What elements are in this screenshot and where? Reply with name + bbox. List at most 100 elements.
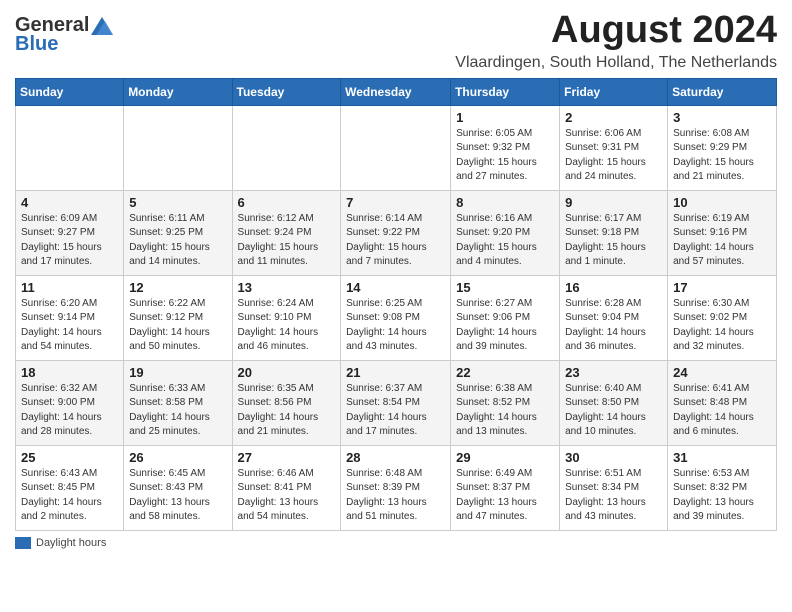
- weekday-header-tuesday: Tuesday: [232, 78, 341, 105]
- day-number: 22: [456, 365, 554, 380]
- legend-label: Daylight hours: [36, 537, 106, 549]
- weekday-header-monday: Monday: [124, 78, 232, 105]
- calendar-cell: 30 Sunrise: 6:51 AM Sunset: 8:34 PM Dayli…: [560, 445, 668, 530]
- title-block: August 2024 Vlaardingen, South Holland, …: [455, 10, 777, 72]
- calendar-table: SundayMondayTuesdayWednesdayThursdayFrid…: [15, 78, 777, 531]
- calendar-cell: [341, 105, 451, 190]
- calendar-cell: 9 Sunrise: 6:17 AM Sunset: 9:18 PM Daylig…: [560, 190, 668, 275]
- day-number: 9: [565, 195, 662, 210]
- day-info: Sunrise: 6:16 AM Sunset: 9:20 PM Dayligh…: [456, 212, 554, 270]
- day-info: Sunrise: 6:30 AM Sunset: 9:02 PM Dayligh…: [673, 297, 771, 355]
- calendar-cell: 25 Sunrise: 6:43 AM Sunset: 8:45 PM Dayli…: [16, 445, 124, 530]
- day-number: 18: [21, 365, 118, 380]
- day-number: 2: [565, 110, 662, 125]
- day-number: 25: [21, 450, 118, 465]
- day-number: 29: [456, 450, 554, 465]
- day-info: Sunrise: 6:40 AM Sunset: 8:50 PM Dayligh…: [565, 382, 662, 440]
- calendar-week-row: 4 Sunrise: 6:09 AM Sunset: 9:27 PM Daylig…: [16, 190, 777, 275]
- calendar-cell: 7Sunrise: 6:14 AM Sunset: 9:22 PM Daylig…: [341, 190, 451, 275]
- day-info: Sunrise: 6:17 AM Sunset: 9:18 PM Dayligh…: [565, 212, 662, 270]
- logo-icon: [91, 17, 113, 35]
- location-subtitle: Vlaardingen, South Holland, The Netherla…: [455, 54, 777, 72]
- day-number: 13: [238, 280, 336, 295]
- calendar-cell: 14Sunrise: 6:25 AM Sunset: 9:08 PM Dayli…: [341, 275, 451, 360]
- weekday-header-saturday: Saturday: [668, 78, 777, 105]
- day-info: Sunrise: 6:53 AM Sunset: 8:32 PM Dayligh…: [673, 467, 771, 525]
- day-number: 16: [565, 280, 662, 295]
- weekday-header-thursday: Thursday: [451, 78, 560, 105]
- day-info: Sunrise: 6:33 AM Sunset: 8:58 PM Dayligh…: [129, 382, 226, 440]
- calendar-cell: 2 Sunrise: 6:06 AM Sunset: 9:31 PM Daylig…: [560, 105, 668, 190]
- day-info: Sunrise: 6:27 AM Sunset: 9:06 PM Dayligh…: [456, 297, 554, 355]
- calendar-cell: 31 Sunrise: 6:53 AM Sunset: 8:32 PM Dayli…: [668, 445, 777, 530]
- day-number: 21: [346, 365, 445, 380]
- day-number: 28: [346, 450, 445, 465]
- day-info: Sunrise: 6:51 AM Sunset: 8:34 PM Dayligh…: [565, 467, 662, 525]
- day-info: Sunrise: 6:09 AM Sunset: 9:27 PM Dayligh…: [21, 212, 118, 270]
- day-number: 19: [129, 365, 226, 380]
- calendar-cell: 28 Sunrise: 6:48 AM Sunset: 8:39 PM Dayli…: [341, 445, 451, 530]
- day-number: 15: [456, 280, 554, 295]
- day-number: 23: [565, 365, 662, 380]
- day-info: Sunrise: 6:37 AM Sunset: 8:54 PM Dayligh…: [346, 382, 445, 440]
- calendar-cell: 19 Sunrise: 6:33 AM Sunset: 8:58 PM Dayli…: [124, 360, 232, 445]
- day-info: Sunrise: 6:11 AM Sunset: 9:25 PM Dayligh…: [129, 212, 226, 270]
- calendar-cell: 11 Sunrise: 6:20 AM Sunset: 9:14 PM Dayli…: [16, 275, 124, 360]
- calendar-cell: 4 Sunrise: 6:09 AM Sunset: 9:27 PM Daylig…: [16, 190, 124, 275]
- logo: General Blue: [15, 14, 113, 56]
- day-number: 27: [238, 450, 336, 465]
- day-number: 12: [129, 280, 226, 295]
- day-number: 30: [565, 450, 662, 465]
- day-number: 11: [21, 280, 118, 295]
- day-number: 6: [238, 195, 336, 210]
- calendar-cell: 24 Sunrise: 6:41 AM Sunset: 8:48 PM Dayli…: [668, 360, 777, 445]
- calendar-week-row: 25 Sunrise: 6:43 AM Sunset: 8:45 PM Dayli…: [16, 445, 777, 530]
- day-number: 5: [129, 195, 226, 210]
- calendar-cell: 22 Sunrise: 6:38 AM Sunset: 8:52 PM Dayli…: [451, 360, 560, 445]
- calendar-cell: 13Sunrise: 6:24 AM Sunset: 9:10 PM Dayli…: [232, 275, 341, 360]
- day-info: Sunrise: 6:38 AM Sunset: 8:52 PM Dayligh…: [456, 382, 554, 440]
- day-number: 17: [673, 280, 771, 295]
- day-info: Sunrise: 6:48 AM Sunset: 8:39 PM Dayligh…: [346, 467, 445, 525]
- day-number: 24: [673, 365, 771, 380]
- day-info: Sunrise: 6:20 AM Sunset: 9:14 PM Dayligh…: [21, 297, 118, 355]
- calendar-week-row: 18Sunrise: 6:32 AM Sunset: 9:00 PM Dayli…: [16, 360, 777, 445]
- day-info: Sunrise: 6:05 AM Sunset: 9:32 PM Dayligh…: [456, 127, 554, 185]
- calendar-cell: 6Sunrise: 6:12 AM Sunset: 9:24 PM Daylig…: [232, 190, 341, 275]
- calendar-cell: 26Sunrise: 6:45 AM Sunset: 8:43 PM Dayli…: [124, 445, 232, 530]
- day-info: Sunrise: 6:28 AM Sunset: 9:04 PM Dayligh…: [565, 297, 662, 355]
- day-number: 4: [21, 195, 118, 210]
- day-info: Sunrise: 6:35 AM Sunset: 8:56 PM Dayligh…: [238, 382, 336, 440]
- calendar-cell: 18Sunrise: 6:32 AM Sunset: 9:00 PM Dayli…: [16, 360, 124, 445]
- calendar-week-row: 1 Sunrise: 6:05 AM Sunset: 9:32 PM Daylig…: [16, 105, 777, 190]
- calendar-cell: 1 Sunrise: 6:05 AM Sunset: 9:32 PM Daylig…: [451, 105, 560, 190]
- weekday-header-sunday: Sunday: [16, 78, 124, 105]
- page-header: General Blue August 2024 Vlaardingen, So…: [15, 10, 777, 72]
- day-number: 1: [456, 110, 554, 125]
- calendar-cell: 20 Sunrise: 6:35 AM Sunset: 8:56 PM Dayli…: [232, 360, 341, 445]
- day-info: Sunrise: 6:43 AM Sunset: 8:45 PM Dayligh…: [21, 467, 118, 525]
- calendar-cell: 12 Sunrise: 6:22 AM Sunset: 9:12 PM Dayli…: [124, 275, 232, 360]
- day-info: Sunrise: 6:41 AM Sunset: 8:48 PM Dayligh…: [673, 382, 771, 440]
- calendar-week-row: 11 Sunrise: 6:20 AM Sunset: 9:14 PM Dayli…: [16, 275, 777, 360]
- day-info: Sunrise: 6:08 AM Sunset: 9:29 PM Dayligh…: [673, 127, 771, 185]
- day-number: 8: [456, 195, 554, 210]
- weekday-header-wednesday: Wednesday: [341, 78, 451, 105]
- legend: Daylight hours: [15, 537, 777, 549]
- day-number: 14: [346, 280, 445, 295]
- calendar-cell: 16 Sunrise: 6:28 AM Sunset: 9:04 PM Dayli…: [560, 275, 668, 360]
- day-info: Sunrise: 6:19 AM Sunset: 9:16 PM Dayligh…: [673, 212, 771, 270]
- calendar-cell: 10 Sunrise: 6:19 AM Sunset: 9:16 PM Dayli…: [668, 190, 777, 275]
- calendar-cell: [232, 105, 341, 190]
- day-number: 31: [673, 450, 771, 465]
- calendar-cell: 8 Sunrise: 6:16 AM Sunset: 9:20 PM Daylig…: [451, 190, 560, 275]
- day-number: 3: [673, 110, 771, 125]
- day-info: Sunrise: 6:14 AM Sunset: 9:22 PM Dayligh…: [346, 212, 445, 270]
- day-info: Sunrise: 6:06 AM Sunset: 9:31 PM Dayligh…: [565, 127, 662, 185]
- day-number: 20: [238, 365, 336, 380]
- day-number: 10: [673, 195, 771, 210]
- weekday-header-row: SundayMondayTuesdayWednesdayThursdayFrid…: [16, 78, 777, 105]
- calendar-cell: 23 Sunrise: 6:40 AM Sunset: 8:50 PM Dayli…: [560, 360, 668, 445]
- day-info: Sunrise: 6:22 AM Sunset: 9:12 PM Dayligh…: [129, 297, 226, 355]
- calendar-cell: 5 Sunrise: 6:11 AM Sunset: 9:25 PM Daylig…: [124, 190, 232, 275]
